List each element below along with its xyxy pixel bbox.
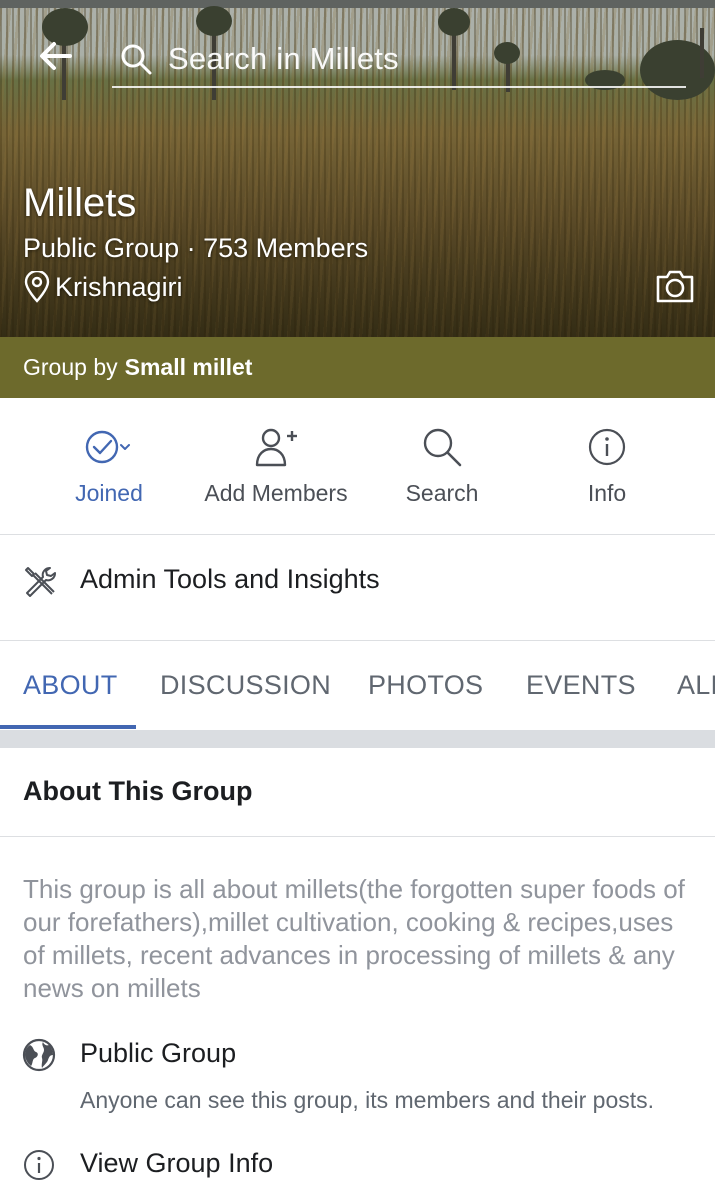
check-circle-icon: [84, 424, 134, 470]
group-tabs: ABOUT DISCUSSION PHOTOS EVENTS ALL: [0, 642, 715, 730]
joined-button[interactable]: Joined: [44, 398, 174, 535]
status-strip: [0, 0, 715, 8]
back-arrow-icon: [40, 42, 72, 70]
joined-label: Joined: [75, 480, 143, 506]
group-by-prefix: Group by: [23, 354, 118, 380]
location-label: Krishnagiri: [55, 271, 183, 302]
tab-events[interactable]: EVENTS: [526, 670, 636, 701]
tab-about[interactable]: ABOUT: [23, 670, 118, 701]
group-by-bar[interactable]: Group by Small millet: [0, 337, 715, 398]
camera-icon: [656, 270, 694, 303]
info-button[interactable]: Info: [556, 398, 658, 535]
search-icon: [421, 424, 463, 470]
section-divider: [0, 730, 715, 748]
search-button[interactable]: Search: [384, 398, 500, 535]
info-label: Info: [587, 480, 627, 506]
search-placeholder: Search in Millets: [168, 41, 399, 76]
admin-tools-row[interactable]: Admin Tools and Insights: [0, 536, 715, 641]
cover-photo: Search in Millets Millets Public Group ·…: [0, 0, 715, 337]
add-members-label: Add Members: [204, 480, 348, 506]
privacy-title: Public Group: [80, 1038, 237, 1068]
view-group-info-label: View Group Info: [80, 1148, 274, 1178]
palm-trunk: [700, 28, 704, 78]
tab-photos[interactable]: PHOTOS: [368, 670, 483, 701]
tab-discussion[interactable]: DISCUSSION: [160, 670, 331, 701]
divider: [0, 836, 715, 837]
group-location[interactable]: Krishnagiri: [23, 270, 183, 304]
change-cover-button[interactable]: [652, 264, 698, 308]
view-group-info-row[interactable]: View Group Info: [0, 1146, 715, 1190]
search-icon: [116, 39, 156, 79]
add-members-button[interactable]: Add Members: [190, 398, 362, 535]
info-icon: [587, 424, 627, 470]
admin-tools-label: Admin Tools and Insights: [80, 564, 380, 594]
group-search-input[interactable]: Search in Millets: [112, 32, 686, 88]
group-owner-link[interactable]: Small millet: [125, 354, 253, 381]
group-subtitle: Public Group · 753 Members: [23, 233, 369, 263]
search-label: Search: [405, 480, 479, 506]
back-button[interactable]: [32, 34, 78, 78]
tab-all[interactable]: ALL: [677, 670, 715, 701]
about-heading: About This Group: [23, 776, 253, 806]
add-person-icon: [254, 424, 298, 470]
tools-icon: [25, 567, 56, 597]
group-actions: Joined Add Members Search Info: [0, 398, 715, 535]
group-name: Millets: [23, 181, 137, 225]
info-icon: [24, 1150, 54, 1180]
privacy-description: Anyone can see this group, its members a…: [80, 1087, 655, 1113]
privacy-row: Public Group Anyone can see this group, …: [0, 1036, 715, 1126]
location-pin-icon: [23, 270, 55, 304]
about-description: This group is all about millets(the forg…: [23, 874, 685, 1003]
active-tab-indicator: [0, 725, 136, 729]
globe-icon: [22, 1038, 56, 1072]
